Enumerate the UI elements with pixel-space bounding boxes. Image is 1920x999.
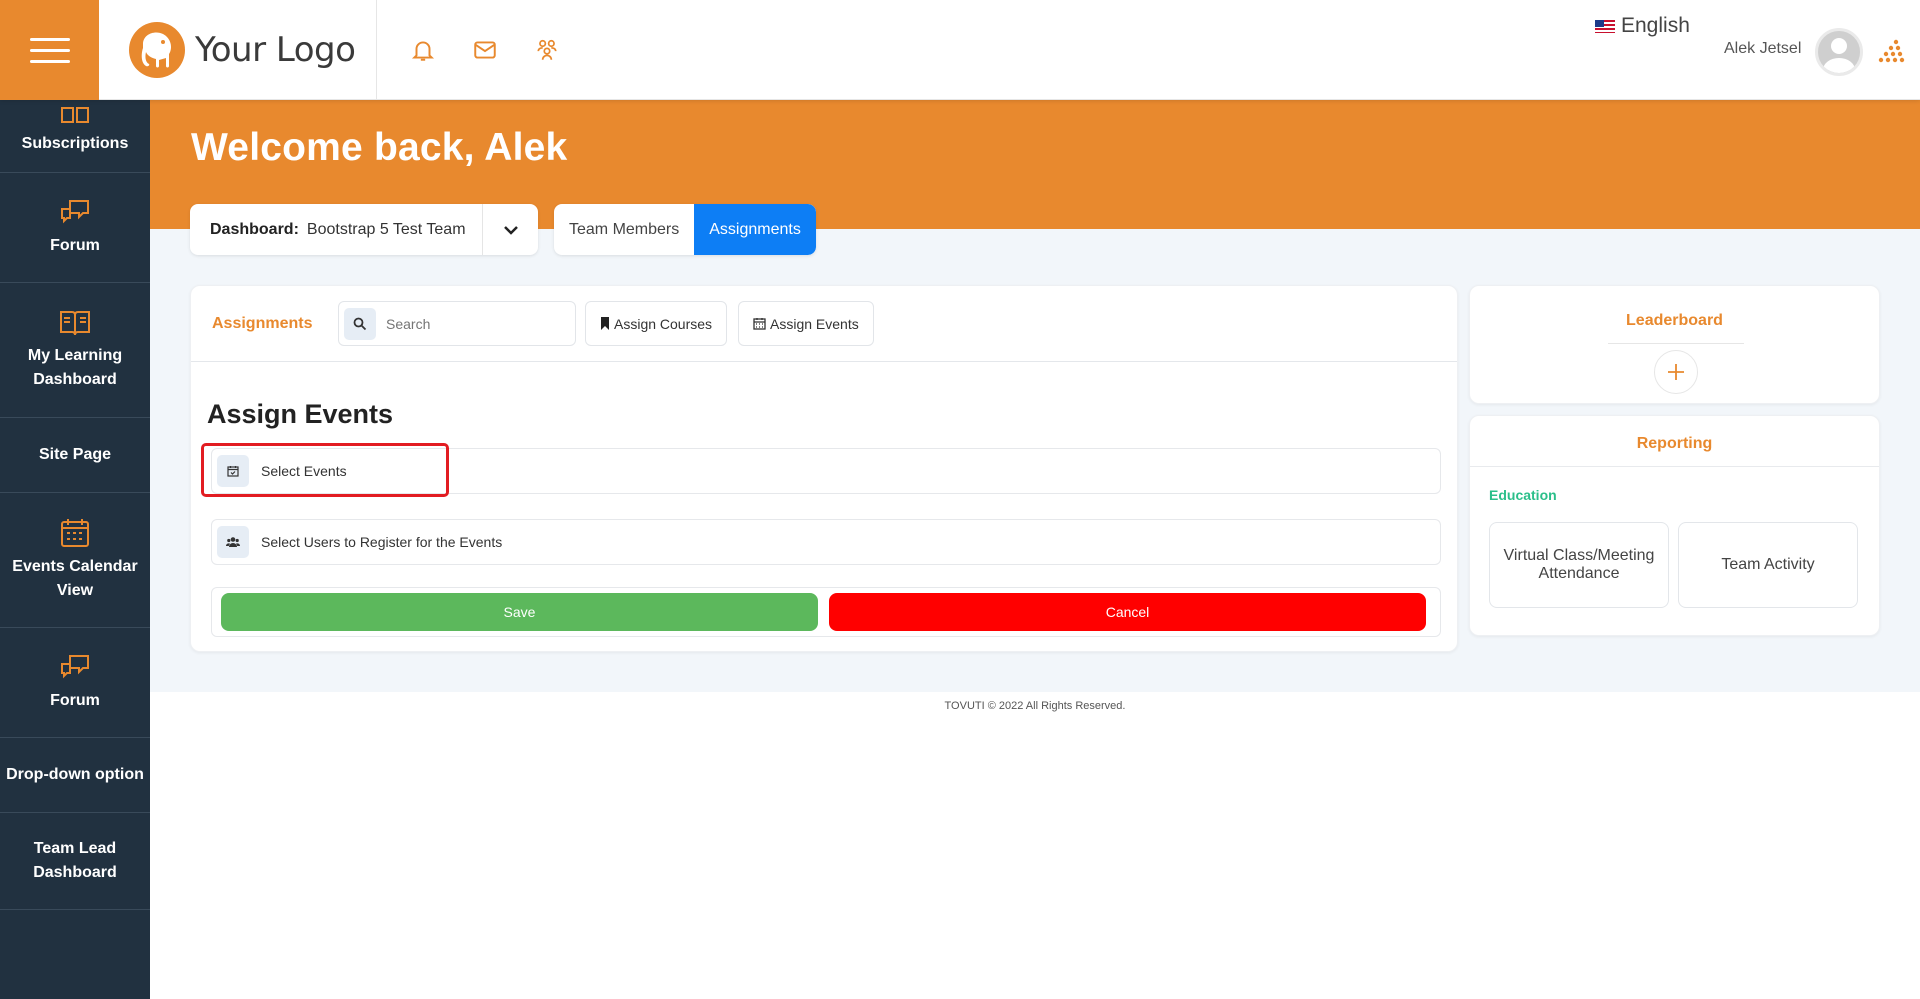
assign-events-label: Assign Events — [770, 315, 859, 332]
sidebar-item-site-page[interactable]: Site Page — [0, 418, 150, 493]
user-avatar[interactable] — [1815, 28, 1863, 76]
reporting-card: Reporting Education Virtual Class/Meetin… — [1469, 415, 1880, 636]
sidebar-item-drop-down-option[interactable]: Drop-down option — [0, 738, 150, 813]
report-tile-virtual-attendance[interactable]: Virtual Class/Meeting Attendance — [1489, 522, 1669, 608]
sidebar-item-my-learning-dashboard[interactable]: My Learning Dashboard — [0, 283, 150, 418]
chat-bubbles-icon — [61, 199, 89, 223]
us-flag-icon — [1595, 19, 1615, 33]
assign-courses-label: Assign Courses — [614, 315, 713, 332]
grid-icon — [61, 107, 89, 123]
sidebar-item-label: Forum — [50, 236, 100, 254]
assignments-toolbar: Assignments Assign Courses Assign Events — [191, 286, 1457, 362]
sidebar-item-label: My Learning Dashboard — [27, 347, 123, 388]
plus-icon — [1668, 364, 1684, 380]
bell-icon[interactable] — [405, 32, 441, 68]
dashboard-select-label: Dashboard: — [210, 220, 299, 238]
chat-bubbles-icon — [61, 654, 89, 678]
chevron-down-icon[interactable] — [482, 204, 538, 255]
users-icon — [217, 526, 249, 558]
apps-dots-icon[interactable] — [1876, 38, 1906, 68]
education-category-label: Education — [1489, 487, 1557, 503]
dashboard-select-value: Bootstrap 5 Test Team — [306, 220, 466, 238]
assign-events-button[interactable]: Assign Events — [738, 301, 874, 346]
sidebar-item-events-calendar-view[interactable]: Events Calendar View — [0, 493, 150, 628]
sidebar-item-label: Events Calendar View — [12, 558, 138, 599]
dashboard-tabs: Team Members Assignments — [554, 204, 816, 255]
logo-text: Your Logo — [195, 30, 356, 70]
select-users-label: Select Users to Register for the Events — [261, 534, 503, 550]
save-button[interactable]: Save — [221, 593, 818, 631]
sidebar-item-label: Site Page — [38, 446, 112, 463]
language-selector[interactable]: English — [1595, 14, 1690, 38]
select-events-field[interactable]: Select Events — [211, 448, 1441, 494]
search-icon — [344, 307, 376, 340]
sidebar-item-label: Drop-down option — [6, 766, 144, 783]
page-title: Welcome back, Alek — [191, 126, 568, 169]
calendar-icon — [753, 318, 766, 330]
add-leaderboard-button[interactable] — [1654, 350, 1698, 394]
report-tile-team-activity[interactable]: Team Activity — [1678, 522, 1858, 608]
leaderboard-card: Leaderboard — [1469, 285, 1880, 404]
assign-courses-button[interactable]: Assign Courses — [585, 301, 728, 346]
dashboard-select[interactable]: Dashboard: Bootstrap 5 Test Team — [190, 204, 538, 255]
select-events-label: Select Events — [261, 463, 347, 479]
tab-team-members[interactable]: Team Members — [554, 204, 694, 255]
hamburger-menu-button[interactable] — [0, 0, 99, 100]
sidebar-item-label: Team Lead Dashboard — [33, 840, 117, 881]
assign-events-heading: Assign Events — [207, 399, 394, 429]
elephant-logo-icon — [129, 22, 185, 78]
sidebar-item-team-lead-dashboard[interactable]: Team Lead Dashboard — [0, 813, 150, 910]
language-label: English — [1621, 14, 1690, 37]
search-input[interactable] — [386, 315, 566, 332]
user-name: Alek Jetsel — [1724, 40, 1802, 57]
form-actions: Save Cancel — [211, 587, 1441, 637]
search-box — [338, 301, 576, 346]
sidebar-item-forum-2[interactable]: Forum — [0, 628, 150, 738]
cancel-button[interactable]: Cancel — [829, 593, 1426, 631]
assignments-title: Assignments — [212, 315, 313, 332]
header-icon-group — [405, 32, 565, 68]
hamburger-icon-bar — [29, 48, 70, 52]
footer-copyright: TOVUTI © 2022 All Rights Reserved. — [944, 700, 1126, 712]
calendar-icon — [61, 519, 89, 547]
divider — [1470, 466, 1879, 467]
hamburger-icon-bar — [29, 59, 70, 63]
users-group-icon[interactable] — [529, 32, 565, 68]
reporting-title: Reporting — [1636, 435, 1713, 452]
bookmark-icon — [601, 317, 609, 330]
calendar-check-icon — [217, 455, 249, 487]
sidebar-item-forum[interactable]: Forum — [0, 173, 150, 283]
sidebar-item-label: Forum — [50, 691, 100, 709]
top-header: Your Logo English Alek Jetsel — [0, 0, 1920, 100]
tab-assignments[interactable]: Assignments — [694, 204, 816, 255]
logo-link[interactable]: Your Logo — [99, 0, 377, 100]
leaderboard-title: Leaderboard — [1626, 312, 1723, 329]
sidebar-item-subscriptions[interactable]: Subscriptions — [0, 90, 150, 173]
sidebar: Subscriptions Forum My Learning Dashboar… — [0, 100, 150, 999]
divider — [1608, 343, 1744, 344]
sidebar-item-label: Subscriptions — [21, 135, 129, 152]
hamburger-icon-bar — [29, 37, 70, 41]
mail-icon[interactable] — [467, 32, 503, 68]
open-book-icon — [60, 311, 90, 336]
select-users-field[interactable]: Select Users to Register for the Events — [211, 519, 1441, 565]
assignments-card: Assignments Assign Courses Assign Events… — [190, 285, 1458, 652]
